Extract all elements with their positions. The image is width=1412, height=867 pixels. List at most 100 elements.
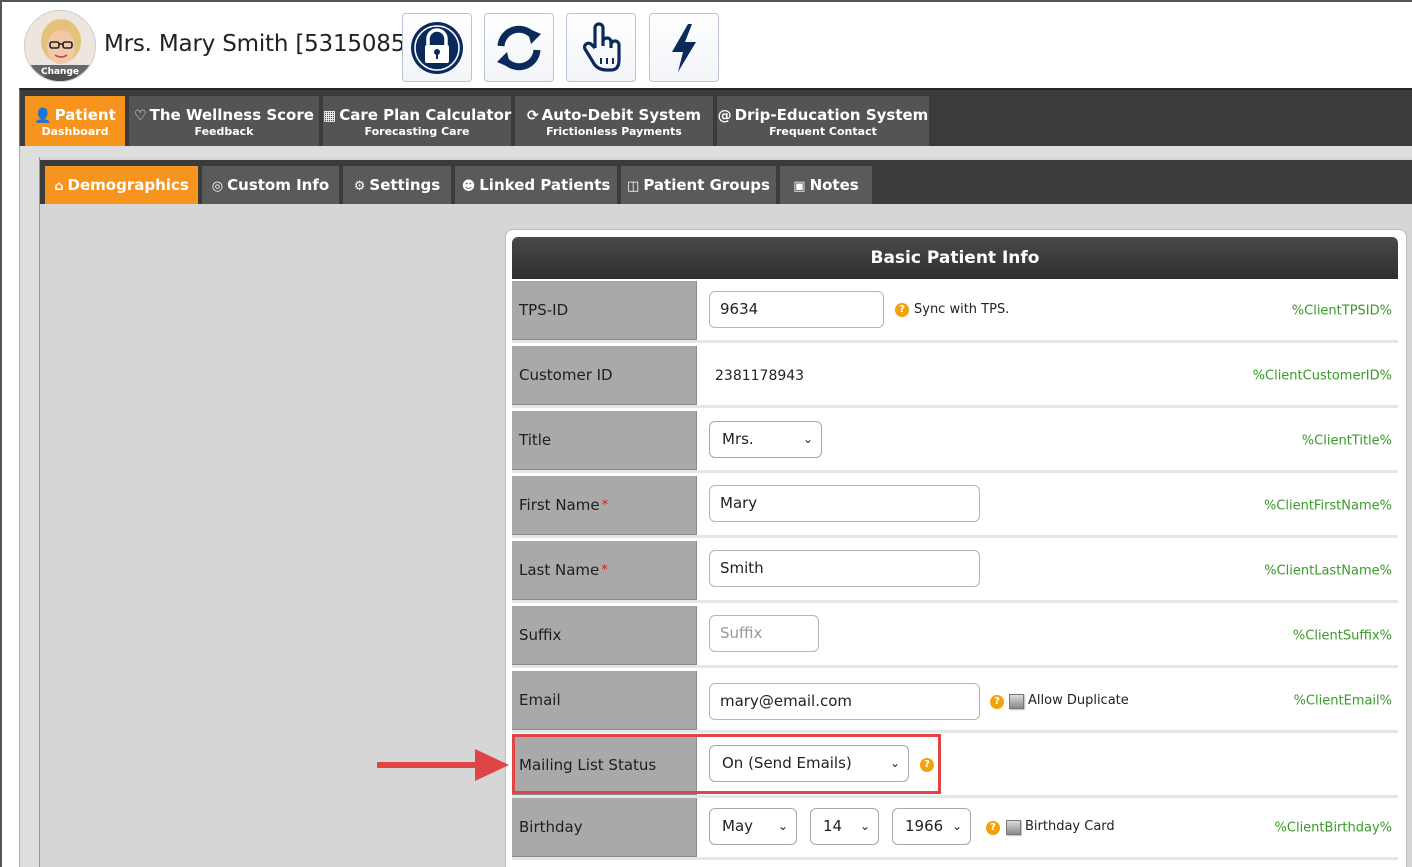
- customer-id-value: 2381178943: [715, 368, 805, 384]
- tab-label: Demographics: [67, 176, 189, 194]
- suffix-input[interactable]: Suffix: [709, 615, 819, 652]
- avatar[interactable]: Change: [24, 10, 96, 82]
- field-label: First Name *: [512, 476, 697, 535]
- tab-label: Patient: [54, 106, 116, 124]
- refresh-icon: ⟳: [526, 108, 539, 124]
- last-name-input[interactable]: Smith: [709, 550, 980, 587]
- panel-title: Basic Patient Info: [512, 237, 1398, 279]
- refresh-icon: [497, 25, 541, 70]
- hand-pointer-icon: [582, 21, 621, 72]
- tab-linked-patients[interactable]: ☻ Linked Patients: [455, 166, 619, 204]
- tab-settings[interactable]: ⚙ Settings: [343, 166, 453, 204]
- tab-patient-groups[interactable]: ◫ Patient Groups: [621, 166, 778, 204]
- chevron-down-icon: ⌄: [802, 432, 813, 446]
- row-title: Title Mrs. ⌄ %ClientTitle%: [512, 411, 1398, 473]
- tab-label: Linked Patients: [479, 176, 611, 194]
- lightning-button[interactable]: [649, 13, 719, 82]
- tab-label: Settings: [369, 176, 441, 194]
- required-marker: *: [601, 562, 608, 578]
- lightning-icon: [672, 23, 696, 72]
- tab-sublabel: Frictionless Payments: [546, 125, 682, 138]
- tab-demographics[interactable]: ⌂ Demographics: [45, 166, 200, 204]
- chevron-down-icon: ⌄: [777, 819, 788, 833]
- allow-duplicate-label: Allow Duplicate: [1028, 693, 1129, 708]
- chevron-down-icon: ⌄: [951, 819, 962, 833]
- tab-label: Drip-Education System: [734, 106, 929, 124]
- title-select[interactable]: Mrs. ⌄: [709, 421, 822, 458]
- help-icon[interactable]: ?: [986, 821, 1000, 835]
- select-value: 14: [823, 817, 843, 835]
- tab-auto-debit[interactable]: ⟳ Auto-Debit System Frictionless Payments: [515, 96, 715, 148]
- trash-icon: ◫: [627, 179, 640, 194]
- tab-patient-dashboard[interactable]: 👤 Patient Dashboard: [25, 96, 127, 148]
- row-customer-id: Customer ID 2381178943 %ClientCustomerID…: [512, 346, 1398, 408]
- tps-id-input[interactable]: 9634: [709, 291, 884, 328]
- field-label: TPS-ID: [512, 281, 697, 340]
- allow-duplicate-checkbox[interactable]: [1009, 694, 1024, 709]
- tab-label: Patient Groups: [643, 176, 770, 194]
- tab-sublabel: Dashboard: [41, 125, 109, 138]
- tab-sublabel: Forecasting Care: [364, 125, 470, 138]
- refresh-button[interactable]: [484, 13, 554, 82]
- gear-icon: ⚙: [353, 179, 366, 194]
- merge-tag: %ClientEmail%: [1293, 693, 1392, 708]
- merge-tag: %ClientSuffix%: [1292, 628, 1392, 643]
- field-label: Suffix: [512, 606, 697, 665]
- row-first-name: First Name * Mary %ClientFirstName%: [512, 476, 1398, 538]
- tab-sublabel: Frequent Contact: [769, 125, 877, 138]
- arrow-right-icon: [475, 749, 509, 781]
- tab-custom-info[interactable]: ◎ Custom Info: [202, 166, 341, 204]
- first-name-input[interactable]: Mary: [709, 485, 980, 522]
- merge-tag: %ClientLastName%: [1264, 563, 1392, 578]
- label-text: Last Name: [519, 561, 600, 579]
- birthday-card-checkbox[interactable]: [1006, 820, 1021, 835]
- merge-tag: %ClientTPSID%: [1291, 303, 1392, 318]
- arrow-shaft: [377, 762, 477, 768]
- patient-name: Mrs. Mary Smith [5315085]: [104, 31, 414, 57]
- tab-label: Auto-Debit System: [541, 106, 702, 124]
- note-icon: ▣: [793, 179, 806, 194]
- tab-drip-education[interactable]: @ Drip-Education System Frequent Contact: [717, 96, 931, 148]
- field-label: Title: [512, 411, 697, 470]
- field-label: Email: [512, 671, 697, 730]
- birthday-day-select[interactable]: 14 ⌄: [810, 808, 879, 845]
- help-icon[interactable]: ?: [990, 695, 1004, 709]
- birthday-month-select[interactable]: May ⌄: [709, 808, 797, 845]
- select-value: 1966: [905, 817, 944, 835]
- merge-tag: %ClientBirthday%: [1274, 820, 1392, 835]
- tab-care-plan-calculator[interactable]: ▦ Care Plan Calculator Forecasting Care: [323, 96, 513, 148]
- row-email: Email mary@email.com ? Allow Duplicate %…: [512, 671, 1398, 733]
- lock-icon: [411, 21, 463, 74]
- home-icon: ⌂: [54, 179, 64, 194]
- avatar-change-label[interactable]: Change: [25, 65, 95, 81]
- select-value: Mrs.: [722, 430, 754, 448]
- birthday-card-label: Birthday Card: [1025, 819, 1115, 834]
- sub-nav: ⌂ Demographics ◎ Custom Info ⚙ Settings ☻ Li…: [40, 160, 1412, 204]
- tab-label: The Wellness Score: [149, 106, 314, 124]
- merge-tag: %ClientCustomerID%: [1252, 368, 1392, 383]
- tab-label: Custom Info: [227, 176, 330, 194]
- field-label: Last Name *: [512, 541, 697, 600]
- tps-sync-text: Sync with TPS.: [914, 302, 1010, 317]
- user-icon: 👤: [34, 108, 52, 124]
- users-icon: ☻: [461, 179, 476, 194]
- touch-button[interactable]: [566, 13, 636, 82]
- at-icon: @: [717, 108, 732, 124]
- lock-button[interactable]: [402, 13, 472, 82]
- help-icon[interactable]: ?: [895, 303, 909, 317]
- tab-label: Care Plan Calculator: [339, 106, 512, 124]
- merge-tag: %ClientFirstName%: [1263, 498, 1392, 513]
- tab-notes[interactable]: ▣ Notes: [780, 166, 874, 204]
- tab-label: Notes: [809, 176, 859, 194]
- row-birthday: Birthday May ⌄ 14 ⌄ 1966 ⌄ ? Birthday Card …: [512, 798, 1398, 860]
- required-marker: *: [601, 497, 609, 513]
- row-suffix: Suffix Suffix %ClientSuffix%: [512, 606, 1398, 668]
- birthday-year-select[interactable]: 1966 ⌄: [892, 808, 971, 845]
- tab-wellness-score[interactable]: ♡ The Wellness Score Feedback: [129, 96, 321, 148]
- tab-sublabel: Feedback: [194, 125, 254, 138]
- field-label: Customer ID: [512, 346, 697, 405]
- highlight-box: [512, 734, 941, 794]
- field-label: Birthday: [512, 798, 697, 857]
- email-input[interactable]: mary@email.com: [709, 683, 980, 720]
- bullseye-icon: ◎: [211, 179, 224, 194]
